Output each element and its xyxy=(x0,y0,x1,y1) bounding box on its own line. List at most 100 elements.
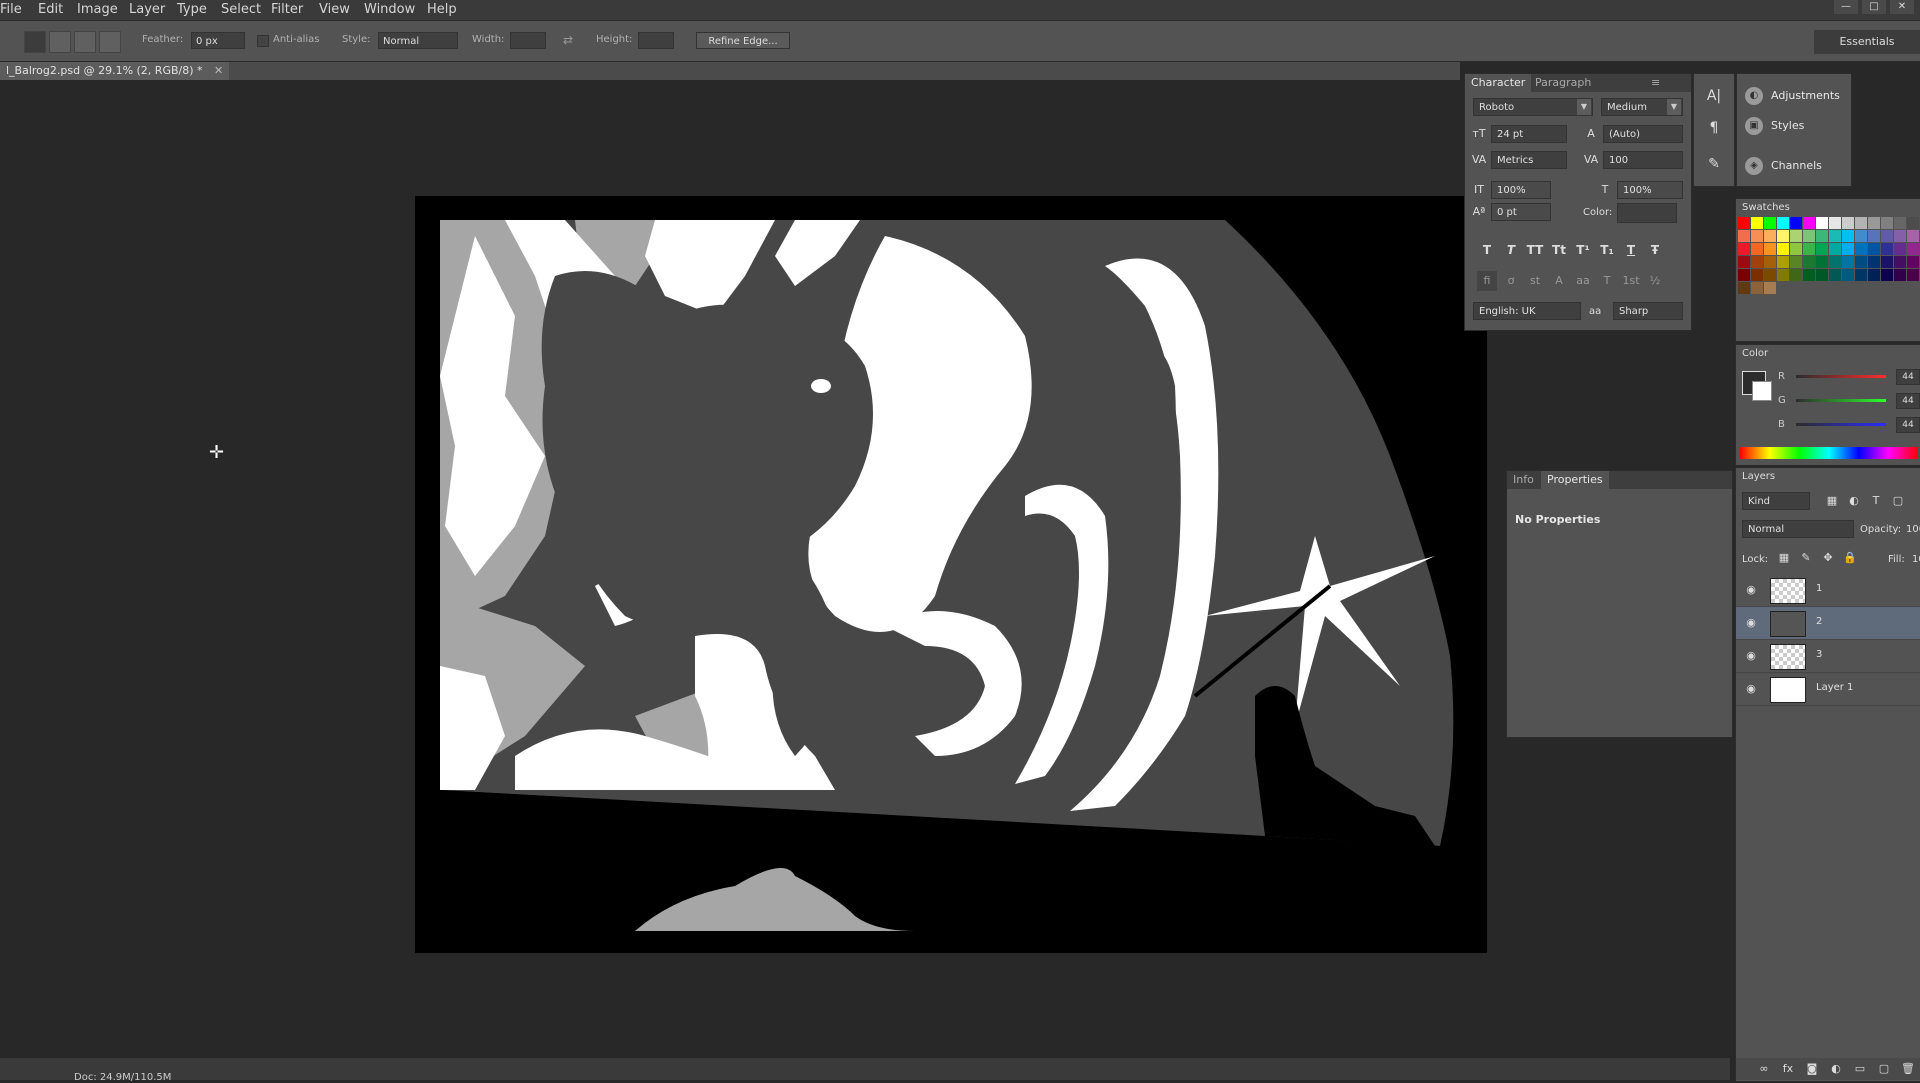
swatch[interactable] xyxy=(1907,256,1919,268)
character-panel-icon[interactable]: A| xyxy=(1704,86,1724,106)
all-caps-button[interactable]: TT xyxy=(1525,240,1545,260)
ligatures-button[interactable]: fi xyxy=(1477,271,1497,291)
baseline-shift-input[interactable]: 0 pt xyxy=(1491,203,1551,221)
swatch[interactable] xyxy=(1738,230,1750,242)
visibility-eye-icon[interactable]: ◉ xyxy=(1744,682,1758,696)
paragraph-panel-icon[interactable]: ¶ xyxy=(1704,118,1724,138)
swatch[interactable] xyxy=(1881,243,1893,255)
faux-italic-button[interactable]: T xyxy=(1501,240,1521,260)
language-select[interactable]: English: UK xyxy=(1473,302,1581,320)
canvas[interactable] xyxy=(415,196,1487,953)
refine-edge-button[interactable]: Refine Edge... xyxy=(696,32,790,49)
titling-alt-button[interactable]: T xyxy=(1597,271,1617,291)
swatch[interactable] xyxy=(1790,256,1802,268)
layer-row[interactable]: ◉ Layer 1 xyxy=(1736,673,1920,706)
fractions-button[interactable]: ½ xyxy=(1645,271,1665,291)
tracking-input[interactable]: 100 xyxy=(1603,151,1683,169)
font-size-input[interactable]: 24 pt xyxy=(1491,125,1567,143)
lock-all-icon[interactable]: 🔒 xyxy=(1842,550,1858,566)
small-caps-button[interactable]: Tt xyxy=(1549,240,1569,260)
swatch[interactable] xyxy=(1829,256,1841,268)
swatch[interactable] xyxy=(1881,256,1893,268)
layer-row[interactable]: ◉ 1 xyxy=(1736,574,1920,607)
vertical-scale-input[interactable]: 100% xyxy=(1491,181,1551,199)
strikethrough-button[interactable]: Ŧ xyxy=(1645,240,1665,260)
swatch[interactable] xyxy=(1829,269,1841,281)
green-value[interactable]: 44 xyxy=(1896,393,1920,409)
swatch[interactable] xyxy=(1764,256,1776,268)
menu-window[interactable]: Window xyxy=(364,2,415,17)
adjustments-item[interactable]: ◐ Adjustments xyxy=(1745,84,1845,108)
swatch[interactable] xyxy=(1803,243,1815,255)
swatch[interactable] xyxy=(1790,269,1802,281)
fx-icon[interactable]: fx xyxy=(1780,1061,1796,1077)
swatch[interactable] xyxy=(1868,217,1880,229)
kerning-input[interactable]: Metrics xyxy=(1491,151,1567,169)
styles-item[interactable]: ▣ Styles xyxy=(1745,114,1845,138)
swatch[interactable] xyxy=(1829,217,1841,229)
ordinals-button[interactable]: 1st xyxy=(1621,271,1641,291)
green-slider[interactable] xyxy=(1796,399,1886,402)
style-select[interactable]: Normal xyxy=(378,32,458,49)
swatch[interactable] xyxy=(1881,217,1893,229)
menu-help[interactable]: Help xyxy=(427,2,457,17)
filter-pixel-icon[interactable]: ▦ xyxy=(1824,493,1840,509)
fill-value[interactable]: 100% xyxy=(1912,554,1920,565)
visibility-eye-icon[interactable]: ◉ xyxy=(1744,649,1758,663)
swatch[interactable] xyxy=(1764,269,1776,281)
panel-menu-icon[interactable]: ≡ xyxy=(1645,74,1666,92)
red-value[interactable]: 44 xyxy=(1896,369,1920,385)
swatch[interactable] xyxy=(1803,217,1815,229)
horizontal-scale-input[interactable]: 100% xyxy=(1617,181,1683,199)
swatch[interactable] xyxy=(1751,282,1763,294)
swatch[interactable] xyxy=(1738,217,1750,229)
visibility-eye-icon[interactable]: ◉ xyxy=(1744,583,1758,597)
superscript-button[interactable]: T¹ xyxy=(1573,240,1593,260)
swatch[interactable] xyxy=(1764,230,1776,242)
swatch[interactable] xyxy=(1894,243,1906,255)
layer-row[interactable]: ◉ 3 xyxy=(1736,640,1920,673)
menu-view[interactable]: View xyxy=(319,2,350,17)
swatch[interactable] xyxy=(1855,243,1867,255)
add-selection-icon[interactable] xyxy=(49,31,71,53)
link-icon[interactable]: ∞ xyxy=(1756,1061,1772,1077)
menu-layer[interactable]: Layer xyxy=(129,2,165,17)
swatch[interactable] xyxy=(1816,256,1828,268)
red-slider[interactable] xyxy=(1796,375,1886,378)
swatch[interactable] xyxy=(1816,269,1828,281)
swatch[interactable] xyxy=(1907,243,1919,255)
swatch[interactable] xyxy=(1751,269,1763,281)
swatch[interactable] xyxy=(1881,230,1893,242)
swatch[interactable] xyxy=(1894,217,1906,229)
swatch[interactable] xyxy=(1738,269,1750,281)
swatch[interactable] xyxy=(1855,269,1867,281)
swatch[interactable] xyxy=(1777,230,1789,242)
swatch[interactable] xyxy=(1751,230,1763,242)
lock-transparent-icon[interactable]: ▦ xyxy=(1776,550,1792,566)
text-color-swatch[interactable] xyxy=(1617,203,1677,223)
menu-filter[interactable]: Filter xyxy=(271,2,303,17)
swatch[interactable] xyxy=(1738,282,1750,294)
new-selection-icon[interactable] xyxy=(24,31,46,53)
blue-value[interactable]: 44 xyxy=(1896,417,1920,433)
swatch[interactable] xyxy=(1738,243,1750,255)
swatch[interactable] xyxy=(1881,269,1893,281)
swatch[interactable] xyxy=(1790,230,1802,242)
new-layer-icon[interactable]: ▢ xyxy=(1876,1061,1892,1077)
swatch[interactable] xyxy=(1842,217,1854,229)
swatch[interactable] xyxy=(1907,217,1919,229)
visibility-eye-icon[interactable]: ◉ xyxy=(1744,616,1758,630)
tab-info[interactable]: Info xyxy=(1507,471,1540,489)
brush-panel-icon[interactable]: ✎ xyxy=(1704,154,1724,174)
maximize-button[interactable]: □ xyxy=(1862,0,1886,14)
discretionary-lig-button[interactable]: st xyxy=(1525,271,1545,291)
trash-icon[interactable]: 🗑 xyxy=(1900,1061,1916,1077)
antialias-checkbox[interactable] xyxy=(257,35,269,47)
layer-filter-select[interactable]: Kind xyxy=(1742,492,1810,510)
filter-adjustment-icon[interactable]: ◐ xyxy=(1846,493,1862,509)
swatch[interactable] xyxy=(1868,269,1880,281)
swatch[interactable] xyxy=(1777,256,1789,268)
swatch[interactable] xyxy=(1894,256,1906,268)
subtract-selection-icon[interactable] xyxy=(74,31,96,53)
menu-edit[interactable]: Edit xyxy=(38,2,63,17)
